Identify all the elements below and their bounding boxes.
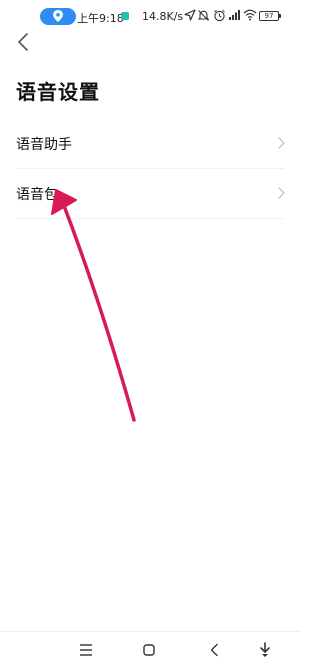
nav-back-button[interactable]	[205, 640, 225, 660]
battery-level: 97	[264, 12, 274, 20]
status-time: 上午9:18	[77, 12, 124, 25]
status-bar: 上午9:18 14.8K/s 97	[0, 0, 300, 32]
home-icon	[143, 644, 155, 656]
alarm-icon	[214, 9, 225, 22]
navigation-arrow-icon	[184, 9, 196, 21]
battery-icon: 97	[259, 11, 281, 21]
settings-item-label: 语音助手	[16, 137, 72, 153]
back-icon	[210, 643, 218, 657]
home-button[interactable]	[139, 640, 159, 660]
menu-icon	[80, 644, 92, 656]
mute-icon	[197, 10, 210, 21]
menu-button[interactable]	[76, 640, 96, 660]
location-pill[interactable]	[40, 8, 76, 25]
app-notification-icon	[121, 12, 129, 20]
chevron-right-icon	[278, 187, 285, 199]
signal-icon	[229, 10, 240, 20]
back-button[interactable]	[12, 30, 36, 54]
assist-icon	[260, 642, 270, 657]
chevron-right-icon	[278, 137, 285, 149]
settings-item-voice-pack[interactable]: 语音包	[0, 168, 300, 218]
navigation-bar	[0, 631, 300, 667]
location-icon	[53, 10, 63, 22]
page-title: 语音设置	[16, 80, 100, 104]
network-speed: 14.8K/s	[142, 10, 184, 23]
settings-item-label: 语音包	[16, 187, 58, 203]
divider	[16, 218, 284, 219]
assist-button[interactable]	[255, 640, 275, 660]
back-chevron-icon	[18, 33, 28, 51]
settings-item-voice-assistant[interactable]: 语音助手	[0, 118, 300, 168]
wifi-icon	[243, 9, 257, 21]
